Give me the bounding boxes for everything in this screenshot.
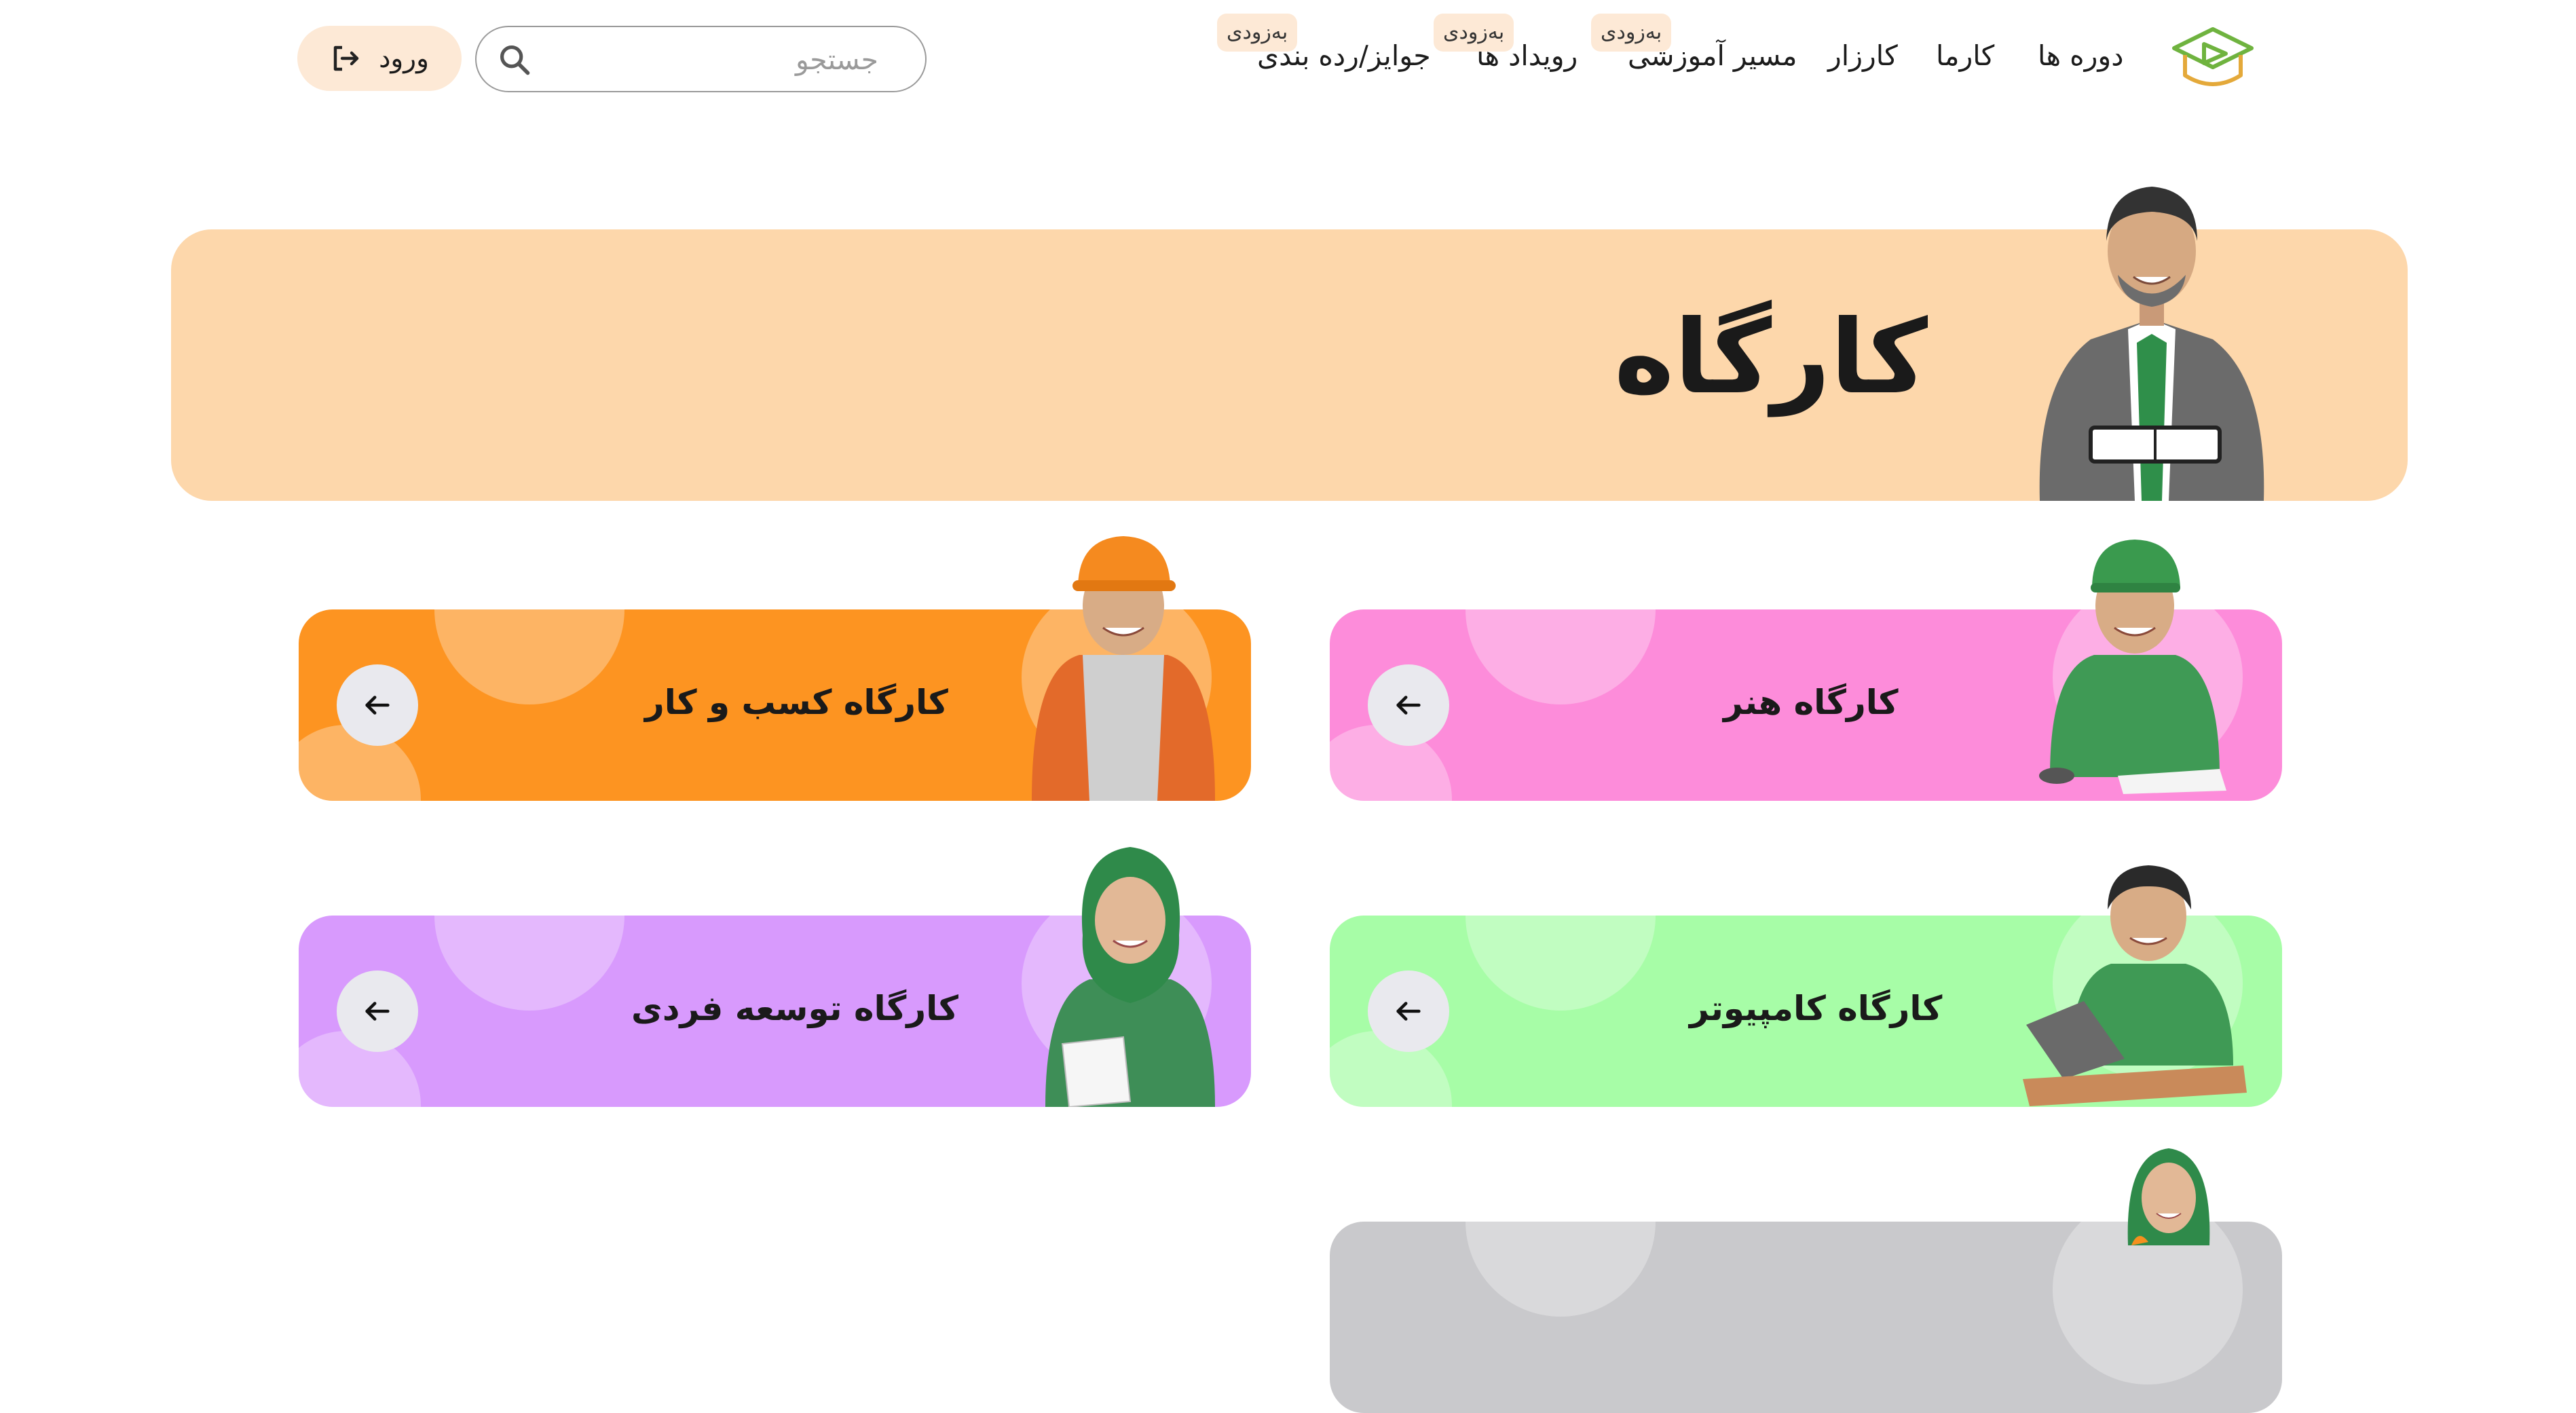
soon-badge: به‌زودی	[1591, 14, 1672, 52]
girl-with-paper-illustration	[1045, 847, 1215, 1107]
nav-campaign[interactable]: کارزار	[1828, 39, 1898, 72]
login-icon	[333, 45, 359, 71]
art-boy-illustration	[2039, 540, 2226, 794]
arrow-left-icon	[1396, 1002, 1421, 1021]
nav-karma[interactable]: کارما	[1936, 39, 1994, 72]
arrow-left-icon	[365, 1002, 390, 1021]
arrow-left-icon	[1396, 696, 1421, 715]
soon-badge: به‌زودی	[1434, 14, 1514, 52]
workshop-card-title: کارگاه کسب و کار	[645, 683, 948, 722]
search-icon[interactable]	[497, 42, 532, 77]
search-box[interactable]	[475, 26, 927, 92]
open-workshop-button[interactable]	[1368, 664, 1449, 746]
arrow-left-icon	[365, 696, 390, 715]
page-title: کارگاه	[1613, 299, 1928, 417]
computer-boy-illustration	[2023, 865, 2247, 1106]
teacher-illustration	[2039, 187, 2264, 501]
workshop-card-title: کارگاه توسعه فردی	[631, 989, 958, 1028]
login-button[interactable]: ورود	[297, 26, 462, 91]
girl-illustration	[2127, 1148, 2210, 1245]
open-workshop-button[interactable]	[337, 971, 418, 1052]
open-workshop-button[interactable]	[1368, 971, 1449, 1052]
workshop-card-title: کارگاه کامپیوتر	[1690, 989, 1943, 1028]
search-input[interactable]	[558, 37, 880, 83]
workshop-card-title: کارگاه هنر	[1723, 683, 1899, 722]
workshop-card-partial[interactable]	[1330, 1222, 2282, 1413]
worker-boy-illustration	[1032, 536, 1215, 801]
login-label: ورود	[379, 43, 429, 74]
soon-badge: به‌زودی	[1217, 14, 1298, 52]
site-logo[interactable]	[2169, 24, 2257, 98]
nav-courses[interactable]: دوره ها	[2038, 39, 2123, 72]
open-workshop-button[interactable]	[337, 664, 418, 746]
